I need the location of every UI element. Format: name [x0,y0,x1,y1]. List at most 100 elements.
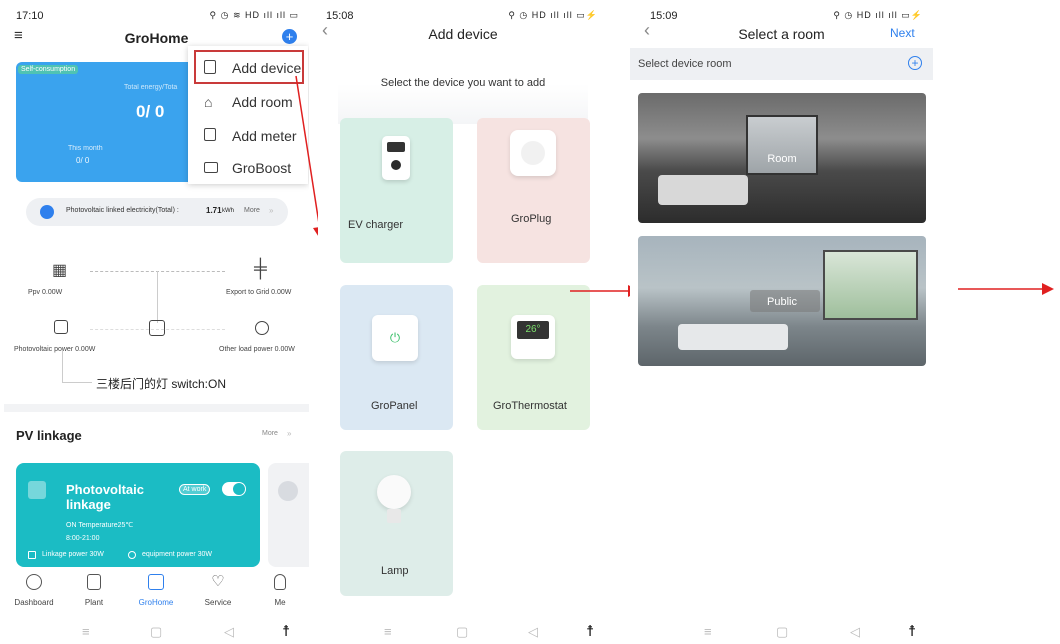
room-card-label: Room [767,153,797,165]
add-device-item[interactable]: Add device [194,50,304,84]
linkage-card-title: Photovoltaic linkage [66,482,145,512]
status-time: 15:09 [650,10,678,22]
pv-linkage-card[interactable]: Photovoltaic linkage At work ON Temperat… [16,463,260,567]
info-more[interactable]: More [244,207,260,214]
house-icon [149,320,165,336]
month-value: 0/ 0 [76,156,90,165]
groboost-label: GroBoost [232,160,292,176]
nav-back-icon[interactable]: ◁ [528,624,538,640]
add-room-item[interactable]: ⌂ Add room [194,88,304,118]
pv-linkage-more-arrow: » [287,429,292,438]
device-icon [204,60,216,74]
inverter-icon [54,320,68,334]
nav-home-icon[interactable]: ▢ [776,624,788,640]
switch-status-text: 三楼后门的灯 switch:ON [96,377,227,391]
pv-linked-info-bar[interactable]: Photovoltaic linked electricity(Total) :… [26,198,288,226]
add-meter-label: Add meter [232,128,297,144]
status-bar: 15:08 ⚲ ◷ HD ıll ıll ▭⚡ [318,8,608,24]
tab-plant-label: Plant [84,598,104,607]
device-groplug[interactable]: GroPlug [477,118,590,263]
boost-icon [204,162,218,173]
groplug-label: GroPlug [511,213,552,225]
tab-me-label: Me [274,598,286,607]
nav-home-icon[interactable]: ▢ [150,624,162,640]
tab-dashboard-label: Dashboard [14,598,54,607]
room-window [746,115,818,175]
tab-grohome[interactable]: GroHome [132,574,180,607]
pv-power-label: Photovoltaic power 0.00W [14,346,96,353]
total-energy-label: Total energy/Tota [124,84,178,91]
select-room-screen: 15:09 ⚲ ◷ HD ıll ıll ▭⚡ ‹ Select a room … [630,0,933,644]
month-label: This month [68,145,103,152]
equipment-power: equipment power 30W [142,551,213,558]
ev-charger-icon [382,136,410,180]
tab-service-label: Service [204,598,232,607]
other-load-icon [255,321,269,335]
room-card-room[interactable]: Room [638,93,926,223]
nav-back-icon[interactable]: ◁ [850,624,860,640]
public-window [823,250,918,320]
device-gropanel[interactable]: ⏻ GroPanel [340,285,453,430]
accessibility-icon[interactable]: ☨ [282,622,290,640]
self-consumption-badge: Self-consumption [18,65,79,74]
grohome-screen: 17:10 ⚲ ◷ ≋ HD ıll ıll ▭ ≡ GroHome + Sel… [4,0,309,644]
thermostat-display: 26° [517,321,549,339]
room-card-public[interactable]: Public [638,236,926,366]
add-meter-item[interactable]: Add meter [194,122,304,152]
nav-home-icon[interactable]: ▢ [456,624,468,640]
system-nav-bar: ≡ ▢ ◁ ☨ [4,620,309,644]
room-bed [658,175,748,205]
nav-menu-icon[interactable]: ≡ [384,624,392,639]
pylon-icon: ╪ [254,258,267,278]
tab-service[interactable]: ♡ Service [194,573,242,608]
lamp-icon [377,475,411,509]
bottom-tab-bar: Dashboard Plant GroHome ♡ Service Me [4,568,309,618]
add-room-icon[interactable]: + [908,56,922,70]
status-time: 15:08 [326,10,354,22]
status-icons: ⚲ ◷ HD ıll ıll ▭⚡ [508,10,598,20]
info-text: Photovoltaic linked electricity(Total) : [66,207,179,214]
tab-dashboard[interactable]: Dashboard [10,574,58,607]
nav-back-icon[interactable]: ◁ [224,624,234,640]
room-card-label: Public [767,296,797,308]
nav-menu-icon[interactable]: ≡ [82,624,90,639]
ev-charger-label: EV charger [348,219,404,231]
flow-line-bottom-h [62,382,92,383]
linkage-time: 8:00-21:00 [66,535,100,542]
next-button[interactable]: Next [890,26,915,40]
device-ev-charger[interactable]: EV charger [340,118,453,263]
groboost-item[interactable]: GroBoost [194,154,304,184]
other-load-label: Other load power 0.00W [219,346,295,353]
nav-menu-icon[interactable]: ≡ [704,624,712,639]
device-grothermostat[interactable]: 26° GroThermostat [477,285,590,430]
accessibility-icon[interactable]: ☨ [908,622,916,640]
pv-linkage-more[interactable]: More [262,430,278,437]
info-unit: kWh [222,208,234,214]
groplug-icon [510,130,556,176]
status-icons: ⚲ ◷ HD ıll ıll ▭⚡ [833,10,923,20]
service-icon: ♡ [211,573,225,590]
equipment-power-icon [128,551,136,559]
page-title: GroHome [124,30,189,46]
accessibility-icon[interactable]: ☨ [586,622,594,640]
info-value: 1.71 [206,206,222,215]
select-room-header: Select device room + [630,48,933,80]
gropanel-label: GroPanel [371,400,418,412]
linkage-power-icon [28,551,36,559]
flow-line-bottom [62,350,63,382]
tab-plant[interactable]: Plant [70,574,118,607]
total-energy-value: 0/ 0 [136,102,165,121]
add-device-screen: 15:08 ⚲ ◷ HD ıll ıll ▭⚡ ‹ Add device Sel… [318,0,608,644]
next-card-icon [278,481,298,501]
device-lamp[interactable]: Lamp [340,451,453,596]
pv-linkage-title: PV linkage [16,428,82,443]
grothermostat-icon: 26° [511,315,555,359]
linkage-toggle[interactable] [222,482,246,496]
energy-card[interactable]: Self-consumption Total energy/Tota 0/ 0 … [16,62,198,182]
solar-panel-icon: ▦ [52,262,68,279]
tab-me[interactable]: Me [256,574,304,607]
pv-linkage-card-next[interactable] [268,463,309,567]
page-title: Add device [428,26,498,42]
flow-line-vertical [157,271,158,323]
add-icon[interactable]: + [282,29,297,44]
